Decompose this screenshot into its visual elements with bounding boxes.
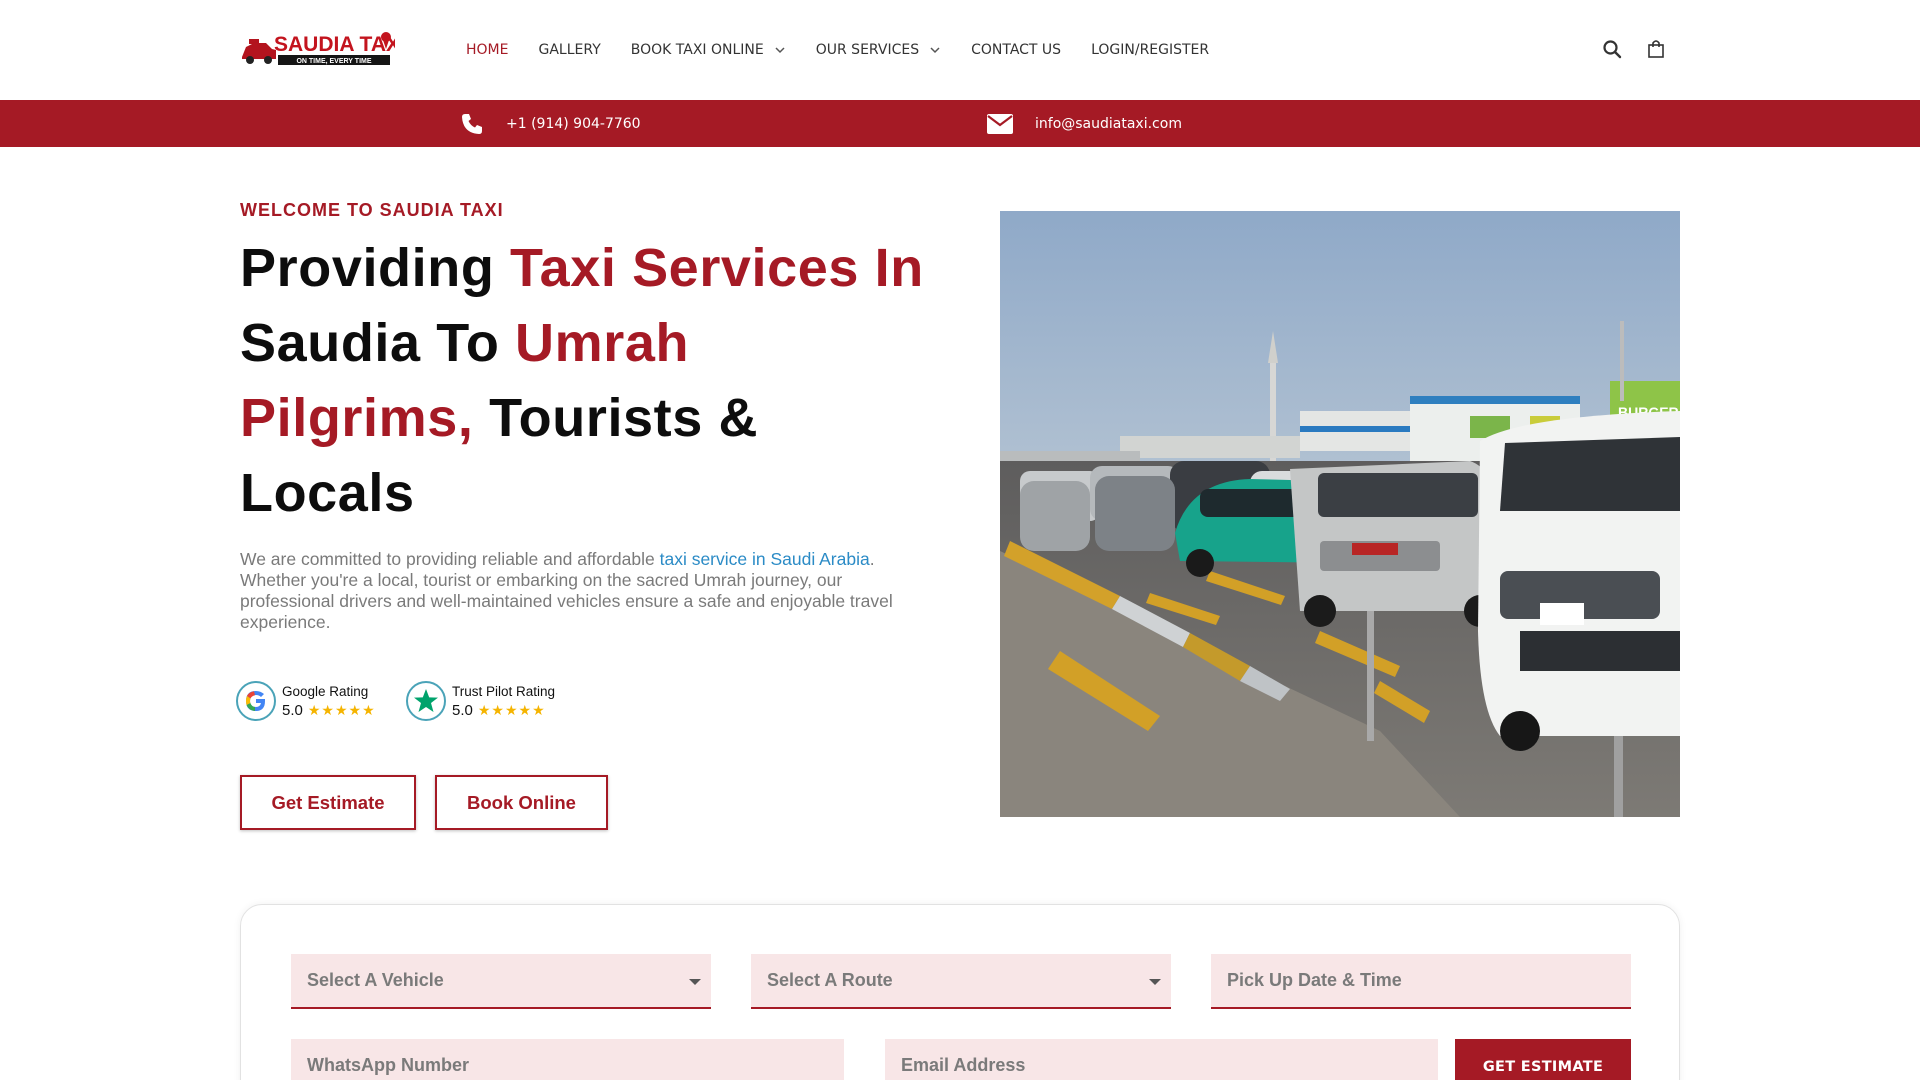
site-header: SAUDIA TAXI ON TIME, EVERY TIME HOME GAL… <box>0 0 1920 100</box>
headline-highlight: Taxi Services In <box>510 238 924 298</box>
headline-part: Tourists & <box>473 388 759 448</box>
chevron-down-icon <box>775 47 785 54</box>
intro-text: We are committed to providing reliable a… <box>240 549 660 569</box>
nav-gallery-label: GALLERY <box>538 42 601 58</box>
route-select[interactable]: Select A Route <box>751 954 1171 1009</box>
nav-home-label: HOME <box>466 42 509 58</box>
estimate-form: Select A Vehicle Select A Route Pick Up … <box>240 904 1680 1080</box>
get-estimate-button[interactable]: Get Estimate <box>240 775 416 830</box>
vehicle-select[interactable]: Select A Vehicle <box>291 954 711 1009</box>
nav-login-register[interactable]: LOGIN/REGISTER <box>1091 42 1209 58</box>
nav-contact-us-label: CONTACT US <box>971 42 1062 58</box>
nav-home[interactable]: HOME <box>466 42 508 58</box>
caret-down-icon <box>1149 979 1161 985</box>
search-icon[interactable] <box>1601 38 1623 60</box>
submit-get-estimate-button[interactable]: GET ESTIMATE <box>1455 1039 1631 1080</box>
nav-our-services-label: OUR SERVICES <box>815 42 920 58</box>
book-online-button[interactable]: Book Online <box>435 775 608 830</box>
hero-headline: Providing Taxi Services In Saudia To Umr… <box>240 231 940 531</box>
nav-login-register-label: LOGIN/REGISTER <box>1091 42 1210 58</box>
nav-book-taxi-online-label: BOOK TAXI ONLINE <box>630 42 764 58</box>
nav-book-taxi-online[interactable]: BOOK TAXI ONLINE <box>631 42 786 58</box>
logo-tagline: ON TIME, EVERY TIME <box>296 58 371 65</box>
vehicle-select-value: Select A Vehicle <box>307 970 444 990</box>
logo-text: SAUDIA TAXI <box>274 33 395 56</box>
headline-highlight: Umrah <box>515 313 690 373</box>
rating-score: 5.0 <box>452 701 473 719</box>
hero-eyebrow: WELCOME TO SAUDIA TAXI <box>240 200 504 220</box>
headline-part: Providing <box>240 238 511 298</box>
contact-email[interactable]: info@saudiataxi.com <box>987 100 1182 147</box>
rating-score: 5.0 <box>282 701 303 719</box>
headline-highlight: Pilgrims, <box>240 388 474 448</box>
contact-phone[interactable]: +1 (914) 904-7760 <box>460 100 641 147</box>
phone-number: +1 (914) 904-7760 <box>506 115 641 132</box>
whatsapp-number-input[interactable]: WhatsApp Number <box>291 1039 844 1080</box>
google-icon <box>236 681 276 721</box>
envelope-icon <box>987 113 1013 134</box>
contact-bar: +1 (914) 904-7760 info@saudiataxi.com <box>0 100 1920 147</box>
taxi-service-link[interactable]: taxi service in Saudi Arabia <box>660 549 870 569</box>
nav-gallery[interactable]: GALLERY <box>538 42 600 58</box>
nav-contact-us[interactable]: CONTACT US <box>971 42 1061 58</box>
trustpilot-star-icon <box>406 681 446 721</box>
nav-our-services[interactable]: OUR SERVICES <box>816 42 941 58</box>
trustpilot-rating: Trust Pilot Rating 5.0 ★★★★★ <box>406 679 555 723</box>
email-address: info@saudiataxi.com <box>1035 115 1182 132</box>
phone-icon <box>462 113 482 134</box>
headline-part: Saudia To <box>240 313 516 373</box>
caret-down-icon <box>689 979 701 985</box>
google-rating: Google Rating 5.0 ★★★★★ <box>236 679 376 723</box>
headline-part: Locals <box>240 463 415 523</box>
pickup-datetime-input[interactable]: Pick Up Date & Time <box>1211 954 1631 1009</box>
rating-label: Trust Pilot Rating <box>452 683 556 699</box>
rating-label: Google Rating <box>282 683 369 699</box>
hero-intro: We are committed to providing reliable a… <box>240 549 930 633</box>
site-logo[interactable]: SAUDIA TAXI ON TIME, EVERY TIME <box>240 27 406 71</box>
main-nav: HOME GALLERY BOOK TAXI ONLINE OUR SERVIC… <box>466 0 1239 100</box>
email-address-placeholder: Email Address <box>901 1055 1026 1075</box>
rating-stars: ★★★★★ <box>307 701 376 718</box>
shopping-bag-icon[interactable] <box>1645 38 1667 60</box>
pickup-datetime-placeholder: Pick Up Date & Time <box>1227 970 1402 990</box>
route-select-value: Select A Route <box>767 970 893 990</box>
whatsapp-number-placeholder: WhatsApp Number <box>307 1055 469 1075</box>
rating-stars: ★★★★★ <box>477 701 546 718</box>
chevron-down-icon <box>930 47 940 54</box>
email-address-input[interactable]: Email Address <box>885 1039 1438 1080</box>
hero-photo-taxi-fleet: BURGER <box>1000 211 1680 817</box>
